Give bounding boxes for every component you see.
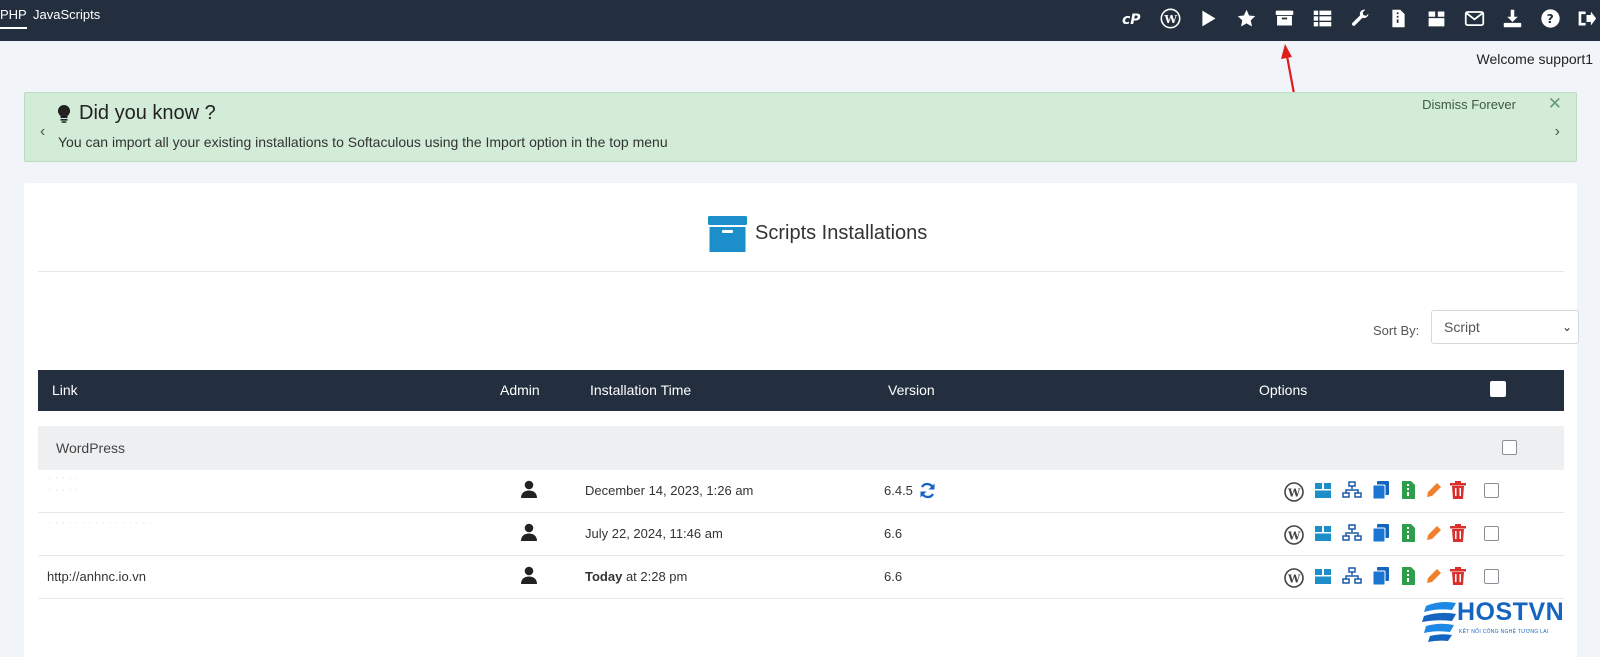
archive-icon[interactable] bbox=[1272, 6, 1296, 30]
installation-time: Today at 2:28 pm bbox=[585, 569, 687, 584]
download-zip-icon[interactable] bbox=[1398, 566, 1418, 586]
admin-user-icon[interactable] bbox=[521, 566, 537, 589]
clone-icon[interactable] bbox=[1371, 480, 1391, 500]
delete-icon[interactable] bbox=[1448, 566, 1468, 586]
svg-text:?: ? bbox=[1546, 11, 1553, 25]
close-icon[interactable]: ✕ bbox=[1548, 94, 1562, 114]
install-link-redacted[interactable]: · · · · · · · · · · bbox=[48, 472, 79, 496]
col-version: Version bbox=[888, 382, 935, 398]
group-row-wordpress: WordPress bbox=[38, 426, 1564, 471]
sort-by-select[interactable]: Script ⌄ bbox=[1431, 310, 1579, 344]
list-icon[interactable] bbox=[1310, 6, 1334, 30]
chevron-down-icon: ⌄ bbox=[1561, 320, 1572, 334]
table-row: · · · · · · · · · · December 14, 2023, 1:… bbox=[38, 470, 1564, 513]
table-row: http://anhnc.io.vn Today at 2:28 pm 6.6 … bbox=[38, 556, 1564, 599]
admin-user-icon[interactable] bbox=[521, 480, 537, 503]
update-refresh-icon[interactable] bbox=[919, 482, 936, 504]
clone-icon[interactable] bbox=[1371, 523, 1391, 543]
sort-by-value: Script bbox=[1444, 319, 1480, 335]
file-zip-icon[interactable] bbox=[1386, 6, 1410, 30]
archive-box-icon bbox=[708, 216, 747, 257]
staging-icon[interactable] bbox=[1342, 480, 1362, 500]
select-all-checkbox[interactable] bbox=[1490, 381, 1506, 397]
top-navbar: PHP JavaScripts cP W ? bbox=[0, 0, 1600, 41]
delete-icon[interactable] bbox=[1448, 480, 1468, 500]
installation-time-rest: at 2:28 pm bbox=[622, 569, 688, 584]
tab-javascripts[interactable]: JavaScripts bbox=[33, 7, 100, 23]
wordpress-icon[interactable]: W bbox=[1158, 6, 1182, 30]
prev-tip-icon[interactable]: ‹ bbox=[40, 123, 45, 141]
did-you-know-text: You can import all your existing install… bbox=[58, 134, 668, 150]
did-you-know-banner: ‹ Did you know ? You can import all your… bbox=[24, 92, 1577, 162]
group-checkbox[interactable] bbox=[1502, 440, 1517, 455]
help-icon[interactable]: ? bbox=[1538, 6, 1562, 30]
divider bbox=[38, 271, 1564, 272]
row-checkbox[interactable] bbox=[1484, 526, 1499, 541]
wrench-icon[interactable] bbox=[1348, 6, 1372, 30]
hostvn-logo: HOSTVN KẾT NỐI CÔNG NGHỆ TƯƠNG LAI bbox=[1422, 598, 1600, 650]
edit-icon[interactable] bbox=[1424, 480, 1444, 500]
sort-by-label: Sort By: bbox=[1373, 323, 1420, 338]
download-zip-icon[interactable] bbox=[1398, 480, 1418, 500]
row-checkbox[interactable] bbox=[1484, 569, 1499, 584]
mail-icon[interactable] bbox=[1462, 6, 1486, 30]
hostvn-name: HOSTVN bbox=[1457, 598, 1565, 626]
installation-time: July 22, 2024, 11:46 am bbox=[585, 526, 723, 541]
download-icon[interactable] bbox=[1500, 6, 1524, 30]
installations-panel: Scripts Installations Sort By: Script ⌄ … bbox=[24, 183, 1579, 657]
did-you-know-title: Did you know ? bbox=[79, 102, 216, 124]
download-zip-icon[interactable] bbox=[1398, 523, 1418, 543]
backup-icon[interactable] bbox=[1313, 523, 1333, 543]
admin-user-icon[interactable] bbox=[521, 523, 537, 546]
group-label: WordPress bbox=[56, 440, 125, 456]
installation-time: December 14, 2023, 1:26 am bbox=[585, 483, 754, 498]
play-icon[interactable] bbox=[1196, 6, 1220, 30]
edit-icon[interactable] bbox=[1424, 566, 1444, 586]
backup-icon[interactable] bbox=[1313, 480, 1333, 500]
box-icon[interactable] bbox=[1424, 6, 1448, 30]
col-options: Options bbox=[1259, 382, 1308, 398]
installation-time-day: Today bbox=[585, 569, 623, 584]
col-admin: Admin bbox=[500, 382, 540, 398]
version: 6.6 bbox=[884, 526, 903, 541]
clone-icon[interactable] bbox=[1371, 566, 1391, 586]
wp-admin-icon[interactable]: W bbox=[1284, 568, 1304, 588]
version: 6.6 bbox=[884, 569, 903, 584]
hostvn-mark-icon bbox=[1422, 602, 1456, 642]
version: 6.4.5 bbox=[884, 483, 913, 498]
edit-icon[interactable] bbox=[1424, 523, 1444, 543]
row-checkbox[interactable] bbox=[1484, 483, 1499, 498]
wp-admin-icon[interactable]: W bbox=[1284, 525, 1304, 545]
tab-php[interactable]: PHP bbox=[0, 7, 27, 29]
hostvn-tagline: KẾT NỐI CÔNG NGHỆ TƯƠNG LAI bbox=[1459, 629, 1549, 635]
staging-icon[interactable] bbox=[1342, 523, 1362, 543]
wp-admin-icon[interactable]: W bbox=[1284, 482, 1304, 502]
install-link[interactable]: http://anhnc.io.vn bbox=[47, 569, 146, 584]
dismiss-forever-link[interactable]: Dismiss Forever bbox=[1422, 97, 1516, 112]
install-link-redacted[interactable]: · · · · · · · · · · · · · · · · bbox=[48, 517, 152, 529]
col-installation-time: Installation Time bbox=[590, 382, 692, 398]
page-title: Scripts Installations bbox=[755, 222, 928, 244]
svg-text:W: W bbox=[1287, 573, 1301, 586]
svg-text:W: W bbox=[1287, 530, 1301, 543]
welcome-text: Welcome support1 bbox=[1476, 51, 1593, 67]
delete-icon[interactable] bbox=[1448, 523, 1468, 543]
table-header: Link Admin Installation Time Version Opt… bbox=[38, 370, 1564, 411]
table-row: · · · · · · · · · · · · · · · · July 22,… bbox=[38, 513, 1564, 556]
svg-text:W: W bbox=[1163, 11, 1177, 25]
logout-icon[interactable] bbox=[1574, 6, 1598, 30]
svg-text:W: W bbox=[1287, 487, 1301, 500]
cpanel-icon[interactable]: cP bbox=[1120, 6, 1144, 30]
backup-icon[interactable] bbox=[1313, 566, 1333, 586]
staging-icon[interactable] bbox=[1342, 566, 1362, 586]
svg-text:cP: cP bbox=[1122, 11, 1141, 27]
star-icon[interactable] bbox=[1234, 6, 1258, 30]
next-tip-icon[interactable]: › bbox=[1555, 123, 1560, 141]
col-link: Link bbox=[52, 382, 78, 398]
lightbulb-icon bbox=[57, 104, 71, 128]
